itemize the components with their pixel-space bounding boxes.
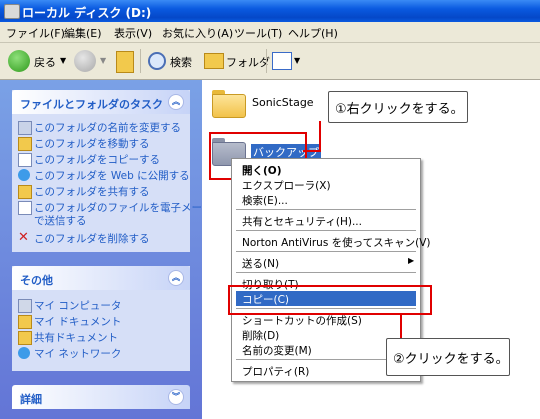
views-dropdown-icon[interactable]: ▼: [294, 56, 300, 65]
details-header[interactable]: 詳細 ︾: [12, 385, 190, 409]
toolbar-separator: [266, 49, 267, 73]
copy-icon: [18, 153, 32, 167]
expand-chevron-icon[interactable]: ︾: [168, 389, 184, 405]
menu-tools[interactable]: ツール(T): [234, 25, 282, 41]
forward-dropdown-icon[interactable]: ▼: [100, 56, 106, 65]
callout-click-text: ②クリックをする。: [393, 352, 509, 367]
other-header[interactable]: その他 ︽: [12, 266, 190, 290]
task-delete[interactable]: このフォルダを削除する: [34, 231, 150, 246]
other-places-box: その他 ︽ マイ コンピュータ マイ ドキュメント 共有ドキュメント マイ ネッ…: [12, 266, 190, 371]
menu-item-open[interactable]: 開く(O): [236, 162, 416, 177]
web-publish-icon: [18, 169, 30, 181]
title-bar: ローカル ディスク (D:): [0, 0, 540, 22]
email-icon: [18, 201, 32, 215]
callout-connector-1: [319, 121, 321, 152]
folder-icon[interactable]: [212, 90, 246, 118]
callout-click: ②クリックをする。: [386, 338, 510, 376]
other-shared-documents[interactable]: 共有ドキュメント: [34, 330, 118, 345]
my-documents-icon: [18, 315, 32, 329]
menu-view[interactable]: 表示(V): [114, 25, 152, 41]
tasks-header[interactable]: ファイルとフォルダのタスク ︽: [12, 90, 190, 114]
search-button-label[interactable]: 検索: [170, 54, 192, 70]
task-email-line2[interactable]: で送信する: [34, 213, 87, 228]
task-share[interactable]: このフォルダを共有する: [34, 184, 150, 199]
drive-icon: [4, 4, 20, 19]
other-my-documents[interactable]: マイ ドキュメント: [34, 314, 121, 329]
highlight-copy-box: [228, 285, 432, 315]
other-my-network[interactable]: マイ ネットワーク: [34, 346, 121, 361]
back-button-label[interactable]: 戻る: [34, 54, 56, 70]
menu-favorites[interactable]: お気に入り(A): [162, 25, 233, 41]
move-icon: [18, 137, 32, 151]
toolbar: 戻る ▼ ▼ 検索 フォルダ ▼: [0, 43, 540, 80]
tasks-title: ファイルとフォルダのタスク: [20, 98, 163, 111]
task-rename[interactable]: このフォルダの名前を変更する: [34, 120, 181, 135]
folders-button-label[interactable]: フォルダ: [226, 54, 270, 70]
callout-right-click-text: ①右クリックをする。: [335, 102, 464, 117]
other-my-computer[interactable]: マイ コンピュータ: [34, 298, 121, 313]
collapse-chevron-icon[interactable]: ︽: [168, 270, 184, 286]
menu-item-norton-scan[interactable]: Norton AntiVirus を使ってスキャン(V): [236, 234, 431, 249]
menu-item-explorer[interactable]: エクスプローラ(X): [236, 177, 416, 192]
task-publish-web[interactable]: このフォルダを Web に公開する: [34, 168, 190, 183]
menu-separator: [236, 230, 416, 231]
menu-bar: ファイル(F) 編集(E) 表示(V) お気に入り(A) ツール(T) ヘルプ(…: [0, 22, 540, 43]
menu-help[interactable]: ヘルプ(H): [288, 25, 338, 41]
task-copy[interactable]: このフォルダをコピーする: [34, 152, 160, 167]
menu-file[interactable]: ファイル(F): [6, 25, 65, 41]
menu-item-search[interactable]: 検索(E)...: [236, 192, 416, 207]
collapse-chevron-icon[interactable]: ︽: [168, 94, 184, 110]
folders-icon[interactable]: [204, 53, 224, 69]
menu-item-sharing-security[interactable]: 共有とセキュリティ(H)...: [236, 213, 416, 228]
details-box: 詳細 ︾: [12, 385, 190, 419]
menu-separator: [236, 251, 416, 252]
submenu-arrow-icon: ▶: [408, 256, 415, 265]
forward-icon[interactable]: [74, 50, 96, 72]
shared-documents-icon: [18, 331, 32, 345]
folder-sonicstage-label[interactable]: SonicStage: [252, 96, 314, 109]
other-title: その他: [20, 274, 53, 287]
details-title: 詳細: [20, 393, 42, 406]
my-network-icon: [18, 347, 30, 359]
search-icon[interactable]: [148, 52, 166, 70]
views-icon[interactable]: [272, 52, 292, 70]
delete-icon: ✕: [18, 230, 29, 245]
menu-separator: [236, 272, 416, 273]
toolbar-separator: [140, 49, 141, 73]
back-dropdown-icon[interactable]: ▼: [60, 56, 66, 65]
up-folder-icon[interactable]: [116, 51, 134, 73]
share-icon: [18, 185, 32, 199]
callout-right-click: ①右クリックをする。: [328, 91, 468, 123]
task-pane: ファイルとフォルダのタスク ︽ このフォルダの名前を変更する このフォルダを移動…: [0, 80, 213, 419]
menu-separator: [236, 209, 416, 210]
task-move[interactable]: このフォルダを移動する: [34, 136, 150, 151]
menu-item-send-to[interactable]: 送る(N) ▶: [236, 255, 416, 270]
menu-edit[interactable]: 編集(E): [64, 25, 102, 41]
callout-connector-2: [400, 313, 402, 338]
back-icon[interactable]: [8, 50, 30, 72]
window-title: ローカル ディスク (D:): [22, 6, 152, 20]
my-computer-icon: [18, 299, 32, 313]
file-folder-tasks-box: ファイルとフォルダのタスク ︽ このフォルダの名前を変更する このフォルダを移動…: [12, 90, 213, 252]
rename-icon: [18, 121, 32, 135]
